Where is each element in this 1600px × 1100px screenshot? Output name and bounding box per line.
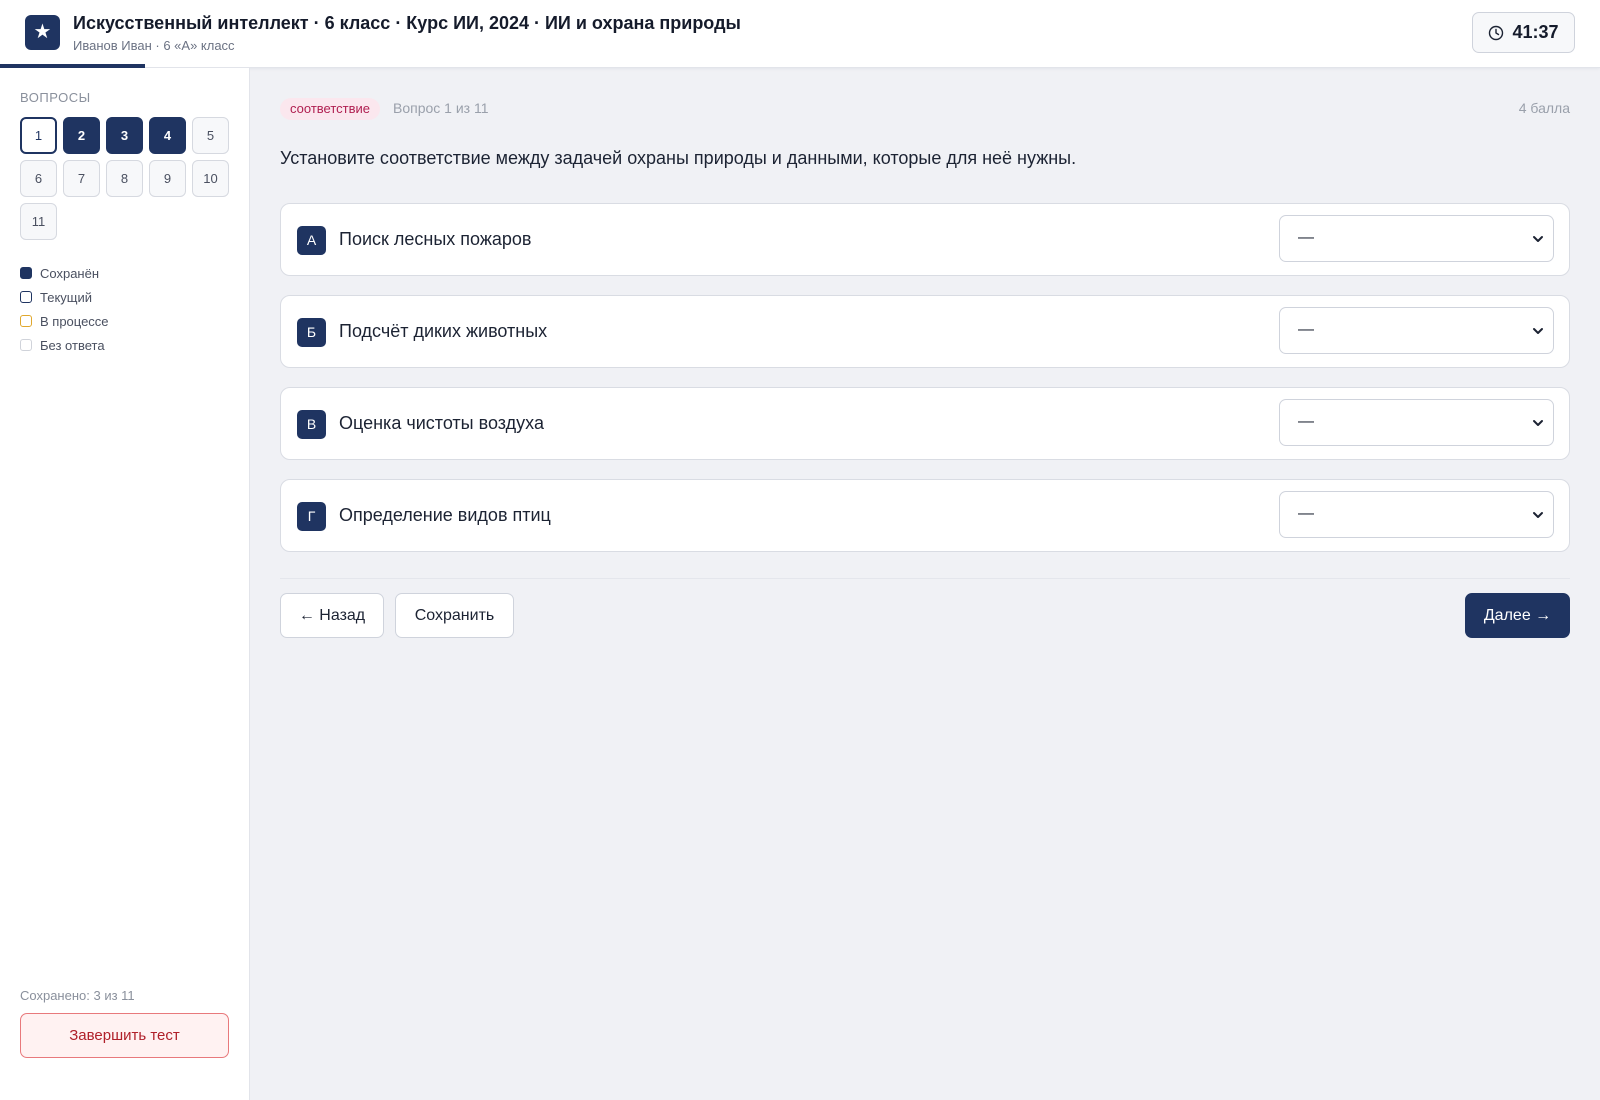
current-swatch-icon: [20, 291, 32, 303]
question-nav-11[interactable]: 11: [20, 203, 57, 240]
question-points: 4 балла: [1518, 100, 1570, 116]
question-nav-10[interactable]: 10: [192, 160, 229, 197]
next-button[interactable]: Далее →: [1465, 593, 1570, 638]
sidebar: ВОПРОСЫ 1 2 3 4 5 6 7 8 9 10 11 Сохранён Текущий В…: [0, 68, 250, 1100]
legend-label: Сохранён: [40, 265, 100, 281]
question-type-badge: соответствие: [280, 98, 380, 120]
item-text: Поиск лесных пожаров: [339, 229, 532, 249]
question-nav-4[interactable]: 4: [149, 117, 186, 154]
match-list: А Поиск лесных пожаров — Б Подсчёт диких…: [280, 203, 1570, 571]
question-nav-2[interactable]: 2: [63, 117, 100, 154]
question-text: Установите соответствие между задачей ох…: [280, 148, 1077, 168]
legend-item-current: Текущий: [20, 285, 109, 309]
match-row: В Оценка чистоты воздуха —: [280, 387, 1570, 460]
answer-select[interactable]: —: [1279, 399, 1554, 446]
status-legend: Сохранён Текущий В процессе Без ответа: [20, 261, 109, 357]
chevron-down-icon: [1531, 232, 1545, 251]
item-text: Оценка чистоты воздуха: [339, 413, 544, 433]
timer: 41:37: [1472, 12, 1575, 53]
legend-item-unanswered: Без ответа: [20, 333, 109, 357]
page-title: Искусственный интеллект · 6 класс · Курс…: [73, 13, 741, 33]
match-row: Г Определение видов птиц —: [280, 479, 1570, 552]
question-grid: 1 2 3 4 5 6 7 8 9 10 11: [20, 117, 230, 240]
unanswered-swatch-icon: [20, 339, 32, 351]
question-panel: соответствие Вопрос 1 из 11 4 балла Уста…: [250, 68, 1600, 1100]
select-value: —: [1298, 321, 1314, 338]
in-progress-swatch-icon: [20, 315, 32, 327]
top-bar: ★ Искусственный интеллект · 6 класс · Ку…: [0, 0, 1600, 68]
save-button[interactable]: Сохранить: [395, 593, 514, 638]
answer-select[interactable]: —: [1279, 215, 1554, 262]
select-value: —: [1298, 413, 1314, 430]
finish-test-button[interactable]: Завершить тест: [20, 1013, 229, 1058]
back-button[interactable]: ← Назад: [280, 593, 384, 638]
question-nav-3[interactable]: 3: [106, 117, 143, 154]
question-nav-5[interactable]: 5: [192, 117, 229, 154]
legend-item-in-progress: В процессе: [20, 309, 109, 333]
item-letter-badge: В: [297, 410, 326, 439]
question-nav-8[interactable]: 8: [106, 160, 143, 197]
legend-label: В процессе: [40, 313, 109, 329]
chevron-down-icon: [1531, 508, 1545, 527]
student-info: Иванов Иван · 6 «А» класс: [73, 38, 235, 53]
select-value: —: [1298, 505, 1314, 522]
question-nav-7[interactable]: 7: [63, 160, 100, 197]
question-nav-6[interactable]: 6: [20, 160, 57, 197]
match-row: А Поиск лесных пожаров —: [280, 203, 1570, 276]
answer-select[interactable]: —: [1279, 307, 1554, 354]
chevron-down-icon: [1531, 416, 1545, 435]
divider: [280, 578, 1570, 579]
timer-value: 41:37: [1512, 22, 1559, 42]
question-nav-1[interactable]: 1: [20, 117, 57, 154]
saved-count: Сохранено: 3 из 11: [20, 988, 135, 1003]
item-letter-badge: А: [297, 226, 326, 255]
match-row: Б Подсчёт диких животных —: [280, 295, 1570, 368]
legend-label: Без ответа: [40, 337, 105, 353]
answer-select[interactable]: —: [1279, 491, 1554, 538]
item-text: Подсчёт диких животных: [339, 321, 548, 341]
legend-label: Текущий: [40, 289, 92, 305]
item-text: Определение видов птиц: [339, 505, 551, 525]
star-logo-icon: ★: [25, 15, 60, 50]
questions-heading: ВОПРОСЫ: [20, 90, 91, 105]
legend-item-saved: Сохранён: [20, 261, 109, 285]
item-letter-badge: Г: [297, 502, 326, 531]
chevron-down-icon: [1531, 324, 1545, 343]
question-counter: Вопрос 1 из 11: [393, 100, 489, 116]
item-letter-badge: Б: [297, 318, 326, 347]
clock-icon: [1488, 25, 1504, 41]
question-nav-9[interactable]: 9: [149, 160, 186, 197]
select-value: —: [1298, 229, 1314, 246]
saved-swatch-icon: [20, 267, 32, 279]
